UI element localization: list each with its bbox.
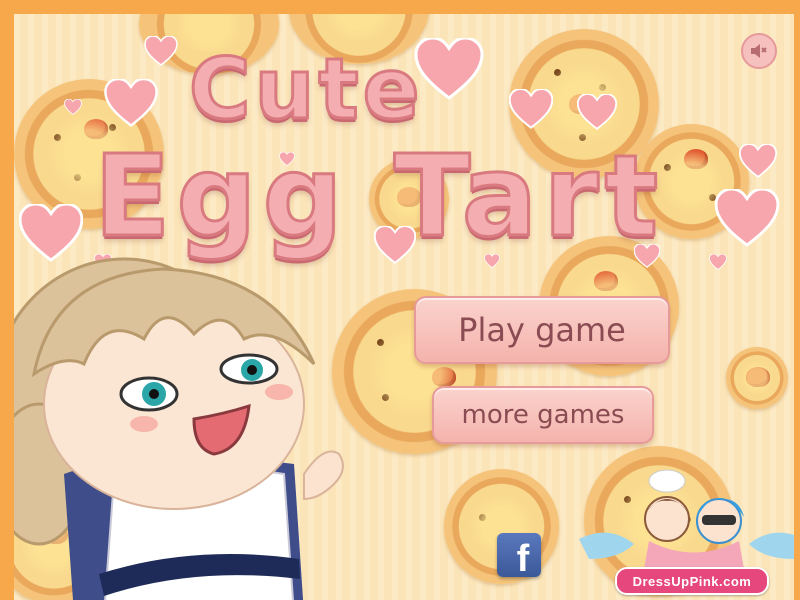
heart-icon [64, 99, 82, 115]
heart-icon [739, 144, 777, 178]
tart-decoration [726, 347, 788, 409]
background-board: Cute Egg Tart Play game more games Dress… [14, 14, 794, 600]
play-game-button[interactable]: Play game [414, 296, 670, 364]
heart-icon [414, 38, 484, 100]
chef-girl-illustration [14, 257, 344, 600]
game-stage: Cute Egg Tart Play game more games Dress… [0, 0, 800, 600]
heart-icon [144, 36, 178, 66]
sound-toggle-button[interactable] [741, 33, 777, 69]
heart-icon [709, 254, 727, 270]
heart-icon [509, 89, 553, 129]
facebook-icon: f [516, 538, 530, 577]
dressuppink-logo[interactable]: DressUpPink.com [579, 469, 794, 599]
play-game-label: Play game [458, 311, 626, 349]
facebook-button[interactable]: f [497, 533, 541, 577]
chef-mascots-icon [579, 469, 794, 569]
game-title-line1: Cute [188, 39, 424, 140]
heart-icon [577, 94, 617, 130]
logo-text: DressUpPink.com [615, 567, 769, 595]
game-title-line2: Egg Tart [92, 131, 665, 264]
heart-icon [104, 79, 158, 127]
heart-icon [714, 189, 780, 247]
speaker-muted-icon [751, 44, 767, 58]
more-games-label: more games [461, 400, 625, 430]
more-games-button[interactable]: more games [432, 386, 654, 444]
